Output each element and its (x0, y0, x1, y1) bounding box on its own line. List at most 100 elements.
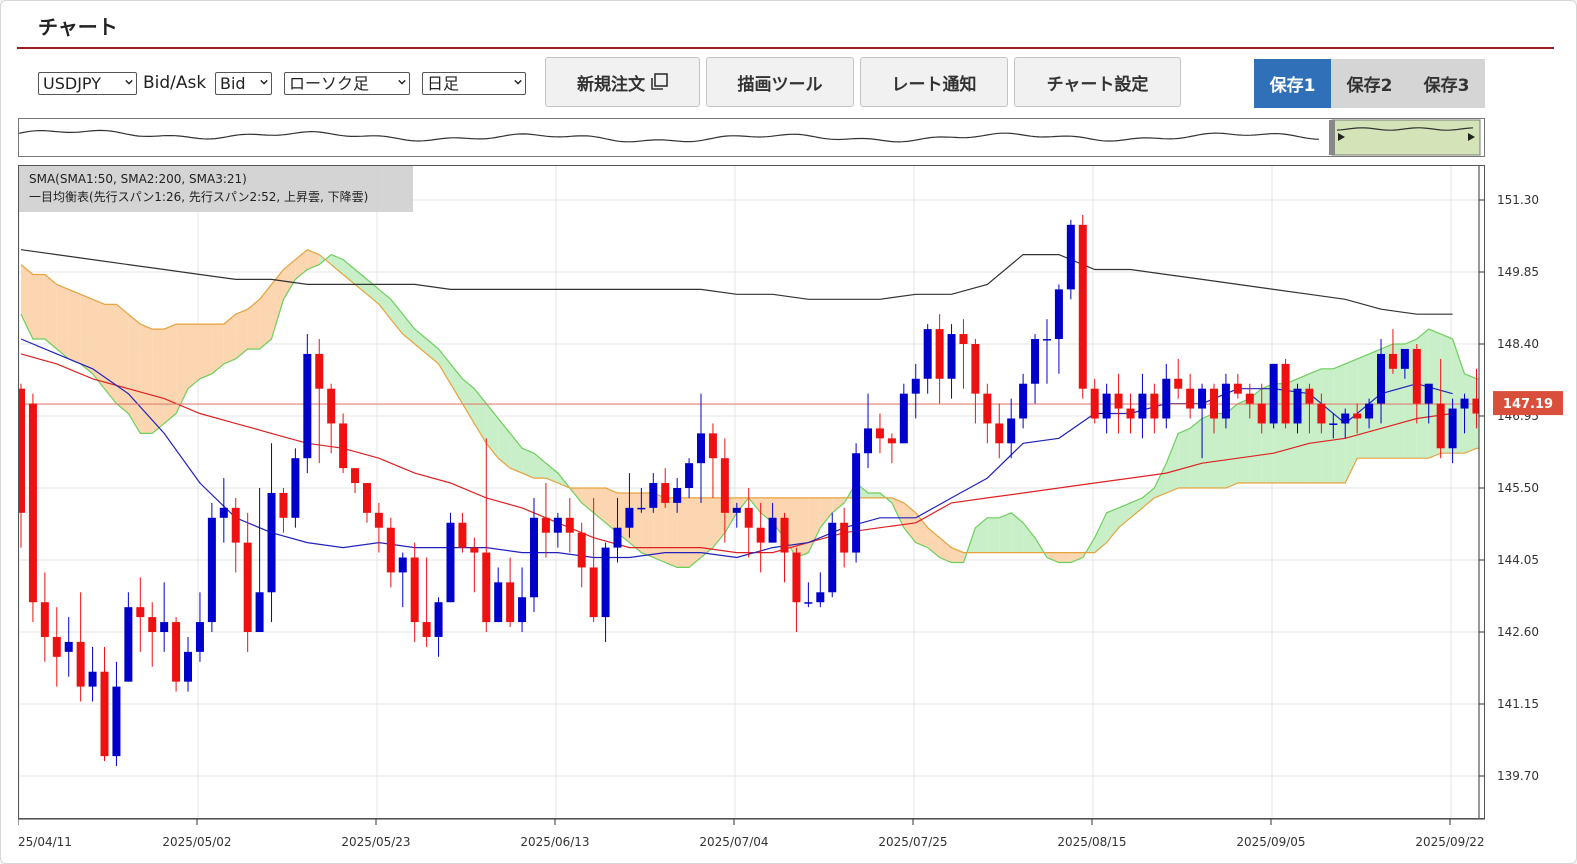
candle-body (947, 334, 956, 379)
cloud-segment (223, 314, 236, 364)
cloud-segment (1142, 488, 1155, 508)
drawing-tools-button[interactable]: 描画ツール (706, 57, 854, 107)
y-axis-labels: 151.30149.85148.40146.95145.50144.05142.… (1493, 193, 1563, 783)
cloud-segment (450, 363, 463, 404)
candle-body (267, 492, 276, 593)
candle-body (1102, 393, 1111, 419)
drawing-tools-label: 描画ツール (737, 74, 823, 95)
chart-settings-label: チャート設定 (1046, 74, 1149, 95)
candle-body (327, 388, 336, 424)
new-window-icon (651, 73, 668, 90)
candle-body (506, 582, 515, 623)
price-chart[interactable]: SMA(SMA1:50, SMA2:200, SMA3:21) 一目均衡表(先行… (17, 165, 1513, 819)
legend-ichimoku: 一目均衡表(先行スパン1:26, 先行スパン2:52, 上昇雲, 下降雲) (29, 190, 368, 204)
current-price-value: 147.19 (1503, 397, 1553, 412)
save-slot-3-button[interactable]: 保存3 (1408, 59, 1485, 108)
price-side-select[interactable]: Bid (215, 72, 272, 95)
candle-body (339, 423, 348, 469)
candle-body (184, 651, 193, 682)
candle-body (351, 468, 360, 484)
candle-body (1007, 418, 1016, 444)
symbol-select[interactable]: USDJPY (38, 72, 137, 95)
symbol-select-value: USDJPY (43, 74, 101, 93)
y-tick-label: 148.40 (1497, 337, 1539, 351)
candle-body (1138, 393, 1147, 419)
candle-body (732, 507, 741, 513)
candle-body (804, 602, 813, 604)
cloud-segment (605, 488, 618, 533)
candle-body (637, 507, 646, 510)
x-tick-label: 2025/05/02 (162, 835, 231, 849)
navigator-left-handle[interactable] (1329, 120, 1335, 155)
candle-body (625, 507, 634, 528)
cloud-segment (211, 324, 224, 374)
candle-body (840, 522, 849, 553)
candle-body (541, 517, 550, 533)
candle-body (1400, 348, 1409, 369)
cloud-segment (116, 304, 129, 414)
candle-body (470, 547, 479, 553)
cloud-segment (796, 497, 809, 558)
cloud-segment (390, 299, 403, 335)
cloud-segment (1011, 512, 1024, 553)
candle-body (1305, 388, 1314, 404)
candle-body (374, 512, 383, 528)
candle-body (446, 522, 455, 603)
candle-body (1042, 339, 1051, 341)
candle-body (911, 378, 920, 394)
chart-type-value: ローソク足 (289, 74, 370, 93)
y-tick-label: 142.60 (1497, 625, 1539, 639)
candle-body (1210, 388, 1218, 419)
candle-body (768, 517, 777, 543)
candle-body (875, 428, 884, 439)
save-slot-1-button[interactable]: 保存1 (1254, 59, 1331, 108)
chart-settings-button[interactable]: チャート設定 (1014, 57, 1181, 107)
candle-body (1365, 403, 1374, 419)
candle-body (1066, 224, 1075, 290)
candle-body (195, 622, 204, 652)
candle-body (303, 353, 312, 459)
navigator-selected-range[interactable] (1331, 119, 1481, 156)
x-tick-label: 2025/07/04 (699, 835, 768, 849)
candle-body (661, 483, 670, 503)
candle-body (816, 592, 825, 603)
candle-body (708, 433, 717, 459)
chevron-down-icon (398, 79, 406, 85)
candle-body (1174, 378, 1183, 389)
period-select[interactable]: 日足 (422, 72, 526, 95)
candle-body (160, 622, 169, 632)
candle-body (1448, 408, 1457, 449)
candle-body (28, 403, 37, 603)
candle-body (148, 617, 157, 632)
cloud-segment (581, 488, 594, 513)
cloud-segment (44, 274, 57, 349)
cloud-segment (1154, 463, 1167, 498)
candle-body (565, 517, 574, 533)
period-value: 日足 (427, 74, 460, 93)
cloud-segment (665, 497, 678, 568)
candle-body (744, 507, 753, 528)
price-chart-canvas: SMA(SMA1:50, SMA2:200, SMA3:21) 一目均衡表(先行… (17, 166, 1513, 818)
candle-body (1388, 353, 1397, 369)
cloud-segment (68, 289, 81, 364)
candle-body (864, 428, 873, 454)
candle-body (887, 438, 896, 444)
range-navigator[interactable] (18, 118, 1485, 157)
candle-body (17, 388, 25, 513)
chart-type-select[interactable]: ローソク足 (284, 72, 410, 95)
price-side-value: Bid (220, 74, 246, 93)
candle-body (792, 552, 801, 603)
candle-body (649, 483, 658, 508)
candle-body (995, 423, 1004, 444)
x-tick-label: 2025/09/22 (1415, 835, 1484, 849)
x-tick-label: 2025/07/25 (878, 835, 947, 849)
rate-alert-button[interactable]: レート通知 (860, 57, 1008, 107)
candle-body (136, 607, 145, 618)
candle-body (1114, 393, 1123, 409)
cloud-segment (1106, 507, 1119, 543)
save-slot-2-button[interactable]: 保存2 (1331, 59, 1408, 108)
new-order-button[interactable]: 新規注文 (545, 57, 700, 107)
candle-body (1054, 289, 1063, 340)
candle-body (1269, 363, 1278, 424)
cloud-segment (808, 497, 821, 553)
